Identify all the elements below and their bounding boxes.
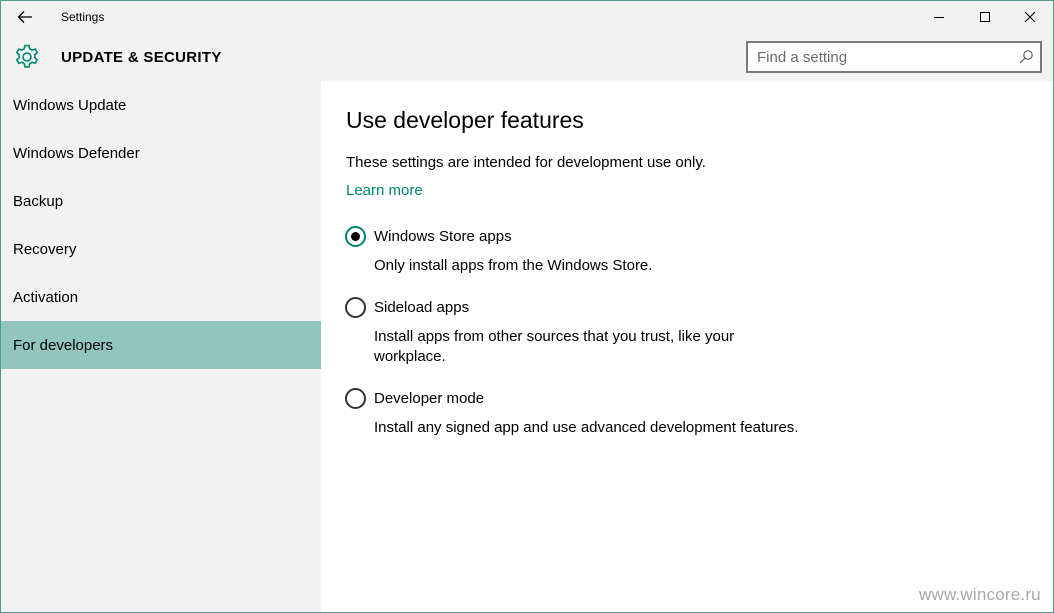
option-sideload-apps: Sideload apps Install apps from other so… xyxy=(345,297,825,369)
page-title: Use developer features xyxy=(346,107,584,133)
minimize-button[interactable] xyxy=(916,1,962,33)
maximize-icon xyxy=(980,12,990,22)
close-button[interactable] xyxy=(1007,1,1053,33)
gear-icon xyxy=(15,44,39,68)
sidebar-item-label: Recovery xyxy=(13,240,77,258)
sidebar-item-backup[interactable]: Backup xyxy=(1,177,321,225)
option-description: Install apps from other sources that you… xyxy=(374,328,735,365)
section-title: UPDATE & SECURITY xyxy=(61,49,222,66)
radio-sideload-apps[interactable] xyxy=(345,297,366,318)
search-box[interactable] xyxy=(746,41,1042,73)
sidebar-item-label: Backup xyxy=(13,192,64,210)
option-windows-store-apps: Windows Store apps Only install apps fro… xyxy=(345,226,825,276)
watermark: www.wincore.ru xyxy=(919,585,1041,604)
sidebar: Windows Update Windows Defender Backup R… xyxy=(1,81,321,612)
option-description: Only install apps from the Windows Store… xyxy=(374,257,653,274)
main-content: Use developer features These settings ar… xyxy=(321,81,1053,612)
maximize-button[interactable] xyxy=(962,1,1008,33)
sidebar-item-label: For developers xyxy=(13,336,114,354)
settings-window: Settings UPDATE & SECURITY Find a settin… xyxy=(0,0,1054,613)
option-label[interactable]: Windows Store apps xyxy=(374,228,512,245)
minimize-icon xyxy=(934,17,944,18)
back-button[interactable] xyxy=(5,1,45,33)
search-icon[interactable] xyxy=(1018,49,1034,65)
close-icon xyxy=(1024,11,1036,23)
sidebar-item-activation[interactable]: Activation xyxy=(1,273,321,321)
option-label[interactable]: Developer mode xyxy=(374,390,484,407)
radio-developer-mode[interactable] xyxy=(345,388,366,409)
sidebar-item-for-developers[interactable]: For developers xyxy=(1,321,321,369)
title-bar: Settings xyxy=(1,1,1053,33)
sidebar-item-windows-defender[interactable]: Windows Defender xyxy=(1,129,321,177)
option-developer-mode: Developer mode Install any signed app an… xyxy=(345,388,825,438)
sidebar-item-label: Activation xyxy=(13,288,79,306)
radio-windows-store-apps[interactable] xyxy=(345,226,366,247)
search-input[interactable] xyxy=(748,43,1008,71)
arrow-left-icon xyxy=(17,11,32,23)
sidebar-item-recovery[interactable]: Recovery xyxy=(1,225,321,273)
sidebar-item-label: Windows Defender xyxy=(13,144,140,162)
sidebar-item-label: Windows Update xyxy=(13,96,127,114)
option-label[interactable]: Sideload apps xyxy=(374,299,469,316)
sidebar-item-windows-update[interactable]: Windows Update xyxy=(1,81,321,129)
intro-text: These settings are intended for developm… xyxy=(346,154,706,171)
settings-header: UPDATE & SECURITY xyxy=(1,33,1053,81)
window-title: Settings xyxy=(61,10,105,24)
option-description: Install any signed app and use advanced … xyxy=(374,419,799,436)
learn-more-link[interactable]: Learn more xyxy=(346,182,423,199)
